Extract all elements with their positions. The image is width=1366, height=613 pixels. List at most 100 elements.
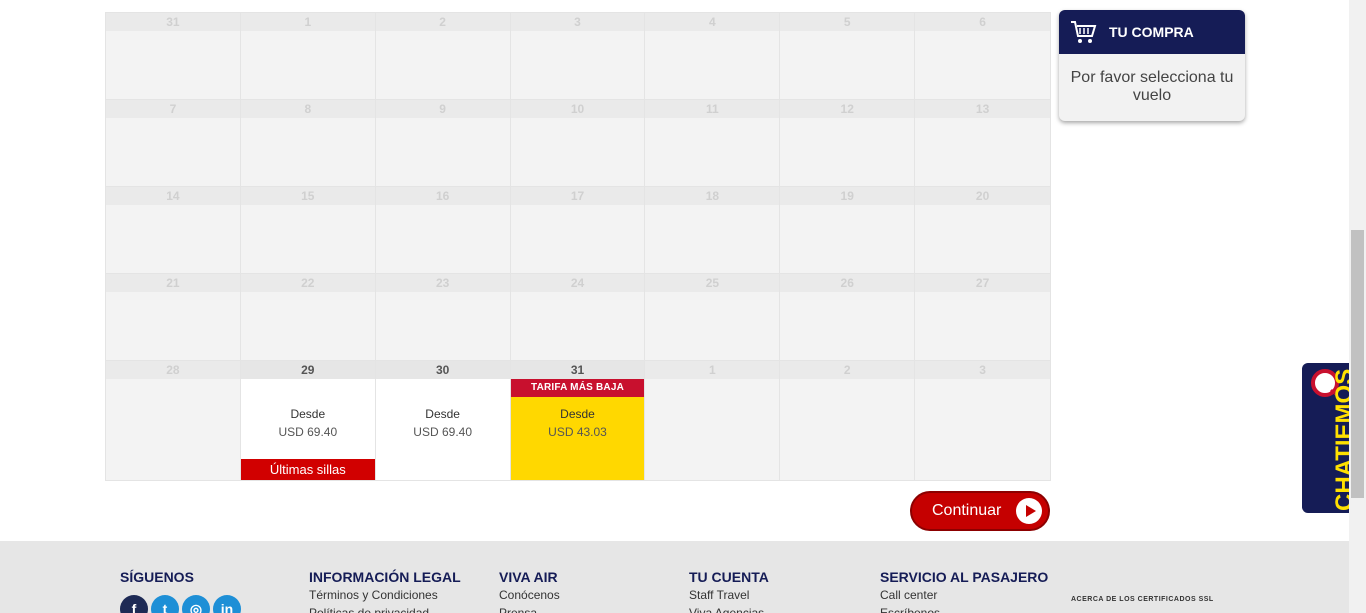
day-number: 10	[510, 100, 645, 118]
footer-link-terms[interactable]: Términos y Condiciones	[309, 587, 461, 603]
calendar-day: 13	[915, 100, 1051, 187]
fare-price: USD 69.40	[413, 425, 472, 439]
day-number: 27	[915, 274, 1051, 292]
day-number: 16	[375, 187, 510, 205]
day-number: 5	[780, 13, 915, 31]
footer-social: SÍGUENOS f t ◎ in	[120, 569, 241, 613]
footer-link-about[interactable]: Conócenos	[499, 587, 560, 603]
footer-link-agencies[interactable]: Viva Agencias	[689, 605, 769, 613]
calendar-day-fare[interactable]: 29 Desde USD 69.40 Últimas sillas	[240, 361, 376, 480]
day-number: 2	[375, 13, 510, 31]
footer-link-staff-travel[interactable]: Staff Travel	[689, 587, 769, 603]
purchase-header: TU COMPRA	[1059, 10, 1245, 54]
calendar-day: 18	[645, 187, 781, 274]
calendar-week-row: 31 1 2 3 4 5 6	[106, 13, 1051, 100]
day-number: 8	[240, 100, 375, 118]
lowest-fare-badge: TARIFA MÁS BAJA	[510, 379, 645, 397]
day-number: 31	[510, 361, 645, 379]
day-number: 28	[106, 361, 240, 379]
play-arrow-icon	[1016, 498, 1042, 524]
footer-legal: INFORMACIÓN LEGAL Términos y Condiciones…	[309, 569, 461, 613]
day-number: 2	[780, 361, 915, 379]
calendar-day: 15	[240, 187, 376, 274]
day-number: 1	[240, 13, 375, 31]
day-number: 14	[106, 187, 240, 205]
fare-from-label: Desde	[560, 407, 595, 421]
day-number: 25	[645, 274, 780, 292]
purchase-title: TU COMPRA	[1109, 24, 1194, 40]
calendar-day: 28	[106, 361, 241, 480]
footer-link-privacy[interactable]: Políticas de privacidad	[309, 605, 461, 613]
footer-link-call-center[interactable]: Call center	[880, 587, 1048, 603]
fare-info: Desde USD 69.40	[376, 407, 510, 439]
footer-service: SERVICIO AL PASAJERO Call center Escríbe…	[880, 569, 1048, 613]
footer-link-press[interactable]: Prensa	[499, 605, 560, 613]
purchase-message: Por favor selecciona tu vuelo	[1070, 69, 1234, 104]
calendar-day: 8	[240, 100, 376, 187]
calendar-week-row: 7 8 9 10 11 12 13	[106, 100, 1051, 187]
calendar-day: 26	[780, 274, 916, 361]
instagram-icon[interactable]: ◎	[182, 595, 210, 613]
calendar-day: 2	[375, 13, 511, 100]
calendar-day: 17	[510, 187, 646, 274]
page-scrollbar[interactable]	[1349, 0, 1366, 613]
shopping-cart-icon	[1071, 21, 1097, 43]
calendar-day: 22	[240, 274, 376, 361]
calendar-week-row: 14 15 16 17 18 19 20	[106, 187, 1051, 274]
fare-from-label: Desde	[290, 407, 326, 421]
calendar-day: 16	[375, 187, 511, 274]
calendar-day: 14	[106, 187, 241, 274]
day-number: 23	[375, 274, 510, 292]
day-number: 21	[106, 274, 240, 292]
calendar-day: 21	[106, 274, 241, 361]
day-number: 17	[510, 187, 645, 205]
calendar-day: 2	[780, 361, 916, 480]
calendar-day: 3	[510, 13, 646, 100]
continue-button[interactable]: Continuar	[910, 491, 1050, 531]
calendar-day: 10	[510, 100, 646, 187]
calendar-day: 5	[780, 13, 916, 100]
day-number: 24	[510, 274, 645, 292]
footer-vivaair-title: VIVA AIR	[499, 569, 558, 585]
calendar-week-row: 21 22 23 24 25 26 27	[106, 274, 1051, 361]
facebook-icon[interactable]: f	[120, 595, 148, 613]
calendar-day-fare[interactable]: 31 TARIFA MÁS BAJA Desde USD 43.03	[510, 361, 646, 480]
calendar-day: 3	[915, 361, 1051, 480]
day-number: 11	[645, 100, 780, 118]
calendar-day: 27	[915, 274, 1051, 361]
calendar-day: 23	[375, 274, 511, 361]
footer: SÍGUENOS f t ◎ in INFORMACIÓN LEGAL Térm…	[0, 541, 1349, 613]
calendar-day: 9	[375, 100, 511, 187]
footer-service-title: SERVICIO AL PASAJERO	[880, 569, 1049, 585]
calendar-day: 20	[915, 187, 1051, 274]
calendar-day-fare[interactable]: 30 Desde USD 69.40	[375, 361, 511, 480]
day-number: 19	[780, 187, 915, 205]
footer-legal-title: INFORMACIÓN LEGAL	[309, 569, 461, 585]
linkedin-icon[interactable]: in	[213, 595, 241, 613]
scrollbar-thumb[interactable]	[1351, 230, 1364, 498]
calendar-day: 25	[645, 274, 781, 361]
ssl-certificates-link[interactable]: ACERCA DE LOS CERTIFICADOS SSL	[1071, 596, 1214, 603]
fare-price: USD 69.40	[278, 425, 338, 439]
continue-label: Continuar	[932, 502, 1002, 519]
calendar-day: 1	[240, 13, 376, 100]
day-number: 7	[106, 100, 240, 118]
twitter-icon[interactable]: t	[151, 595, 179, 613]
fare-info: Desde USD 43.03	[511, 407, 645, 439]
calendar-week-row: 28 29 Desde USD 69.40 Últimas sillas 30 Desde U…	[106, 361, 1051, 480]
fare-calendar: 31 1 2 3 4 5 6 7 8 9 10 11 12 13 14 15 16 17 18 19 20 21 22 23 2…	[105, 12, 1051, 481]
day-number: 29	[240, 361, 375, 379]
chat-tab[interactable]: CHATIEMOS	[1302, 363, 1358, 513]
day-number: 13	[915, 100, 1051, 118]
fare-info: Desde USD 69.40	[241, 407, 375, 439]
footer-vivaair: VIVA AIR Conócenos Prensa	[499, 569, 560, 613]
day-number: 15	[240, 187, 375, 205]
footer-account-title: TU CUENTA	[689, 569, 769, 585]
fare-from-label: Desde	[425, 407, 460, 421]
footer-link-write-us[interactable]: Escríbenos	[880, 605, 1048, 613]
calendar-day: 24	[510, 274, 646, 361]
day-number: 1	[645, 361, 780, 379]
footer-account: TU CUENTA Staff Travel Viva Agencias	[689, 569, 769, 613]
day-number: 22	[240, 274, 375, 292]
day-number: 3	[510, 13, 645, 31]
